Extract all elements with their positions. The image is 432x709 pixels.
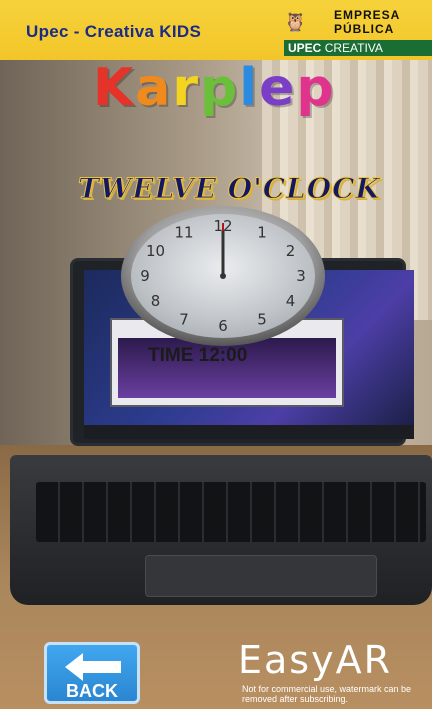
header-bar: Upec - Creativa KIDS 🦉 EMPRESA PÚBLICA U… bbox=[0, 0, 432, 60]
clock-number: 1 bbox=[257, 224, 267, 242]
brand-line-1: EMPRESA bbox=[334, 8, 401, 22]
logo-letter: p bbox=[296, 58, 336, 118]
clock-number: 4 bbox=[286, 292, 296, 310]
left-arrow-icon bbox=[65, 653, 121, 681]
back-button[interactable]: BACK bbox=[44, 642, 140, 704]
laptop-touchpad bbox=[145, 555, 377, 597]
brand-creativa: CREATIVA bbox=[324, 41, 383, 55]
logo-letter: l bbox=[239, 58, 260, 118]
clock-number: 5 bbox=[257, 310, 267, 328]
easyar-note: Not for commercial use, watermark can be… bbox=[242, 684, 412, 704]
clock-number: 11 bbox=[174, 224, 193, 242]
ar-clock: 12 1234567891011 bbox=[121, 206, 325, 346]
logo-letter: a bbox=[135, 58, 173, 118]
easyar-watermark: EasyAR bbox=[238, 638, 392, 682]
clock-number: 9 bbox=[140, 267, 150, 285]
brand-line-3: UPEC CREATIVA bbox=[284, 40, 432, 56]
brand-line-2: PÚBLICA bbox=[334, 22, 395, 36]
back-button-label: BACK bbox=[66, 681, 118, 701]
logo-letter: p bbox=[200, 58, 240, 118]
logo-letter: r bbox=[172, 58, 201, 118]
brand-logo: 🦉 EMPRESA PÚBLICA UPEC CREATIVA bbox=[284, 8, 432, 58]
clock-number: 6 bbox=[218, 317, 228, 335]
clock-number: 2 bbox=[286, 242, 296, 260]
laptop-keyboard bbox=[36, 482, 426, 542]
app-title: Upec - Creativa KIDS bbox=[26, 22, 202, 41]
clock-number: 3 bbox=[296, 267, 306, 285]
clock-number: 7 bbox=[179, 310, 189, 328]
karplep-logo: Karplep bbox=[93, 58, 336, 118]
clock-label: TWELVE O'CLOCK bbox=[78, 172, 381, 206]
clock-number: 10 bbox=[146, 242, 165, 260]
time-text: TIME 12:00 bbox=[148, 345, 248, 366]
clock-center bbox=[220, 273, 226, 279]
brand-upec: UPEC bbox=[288, 41, 322, 55]
laptop-taskbar bbox=[84, 425, 414, 439]
owl-icon: 🦉 bbox=[284, 12, 307, 33]
logo-letter: e bbox=[259, 58, 297, 118]
logo-letter: K bbox=[93, 58, 136, 118]
clock-number: 8 bbox=[151, 292, 161, 310]
